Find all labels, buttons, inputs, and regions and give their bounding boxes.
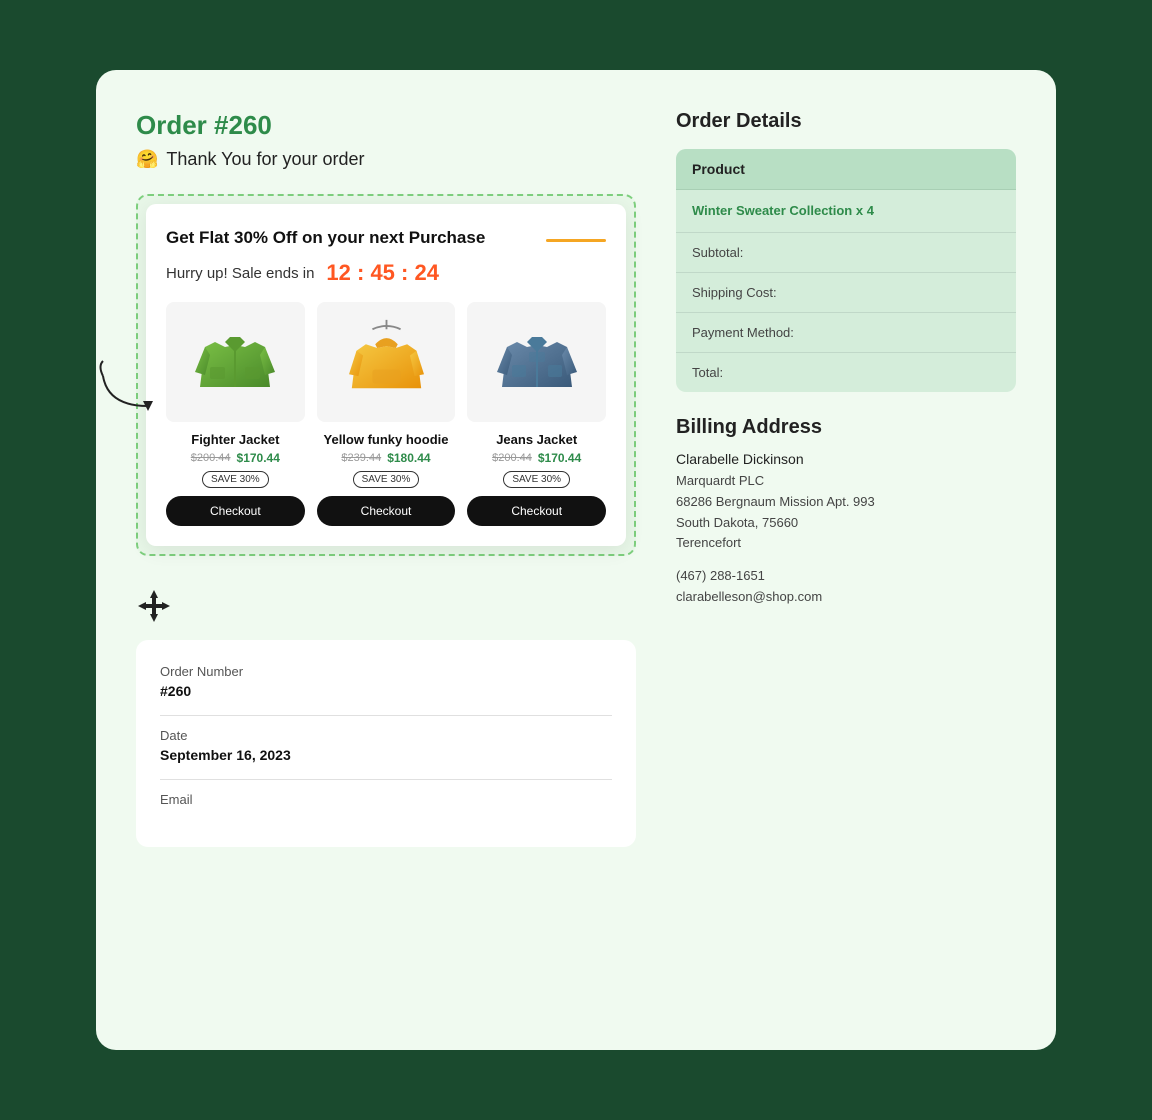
original-price-3: $200.44 — [492, 452, 532, 464]
order-info-card: Order Number #260 Date September 16, 202… — [136, 640, 636, 847]
product-link[interactable]: Winter Sweater Collection x 4 — [692, 203, 874, 218]
order-number-value: #260 — [160, 683, 612, 699]
payment-row: Payment Method: — [676, 313, 1016, 353]
total-row: Total: — [676, 353, 1016, 392]
product-image-3 — [467, 302, 606, 422]
promo-products-row: Fighter Jacket $200.44 $170.44 SAVE 30% … — [166, 302, 606, 526]
thank-you-emoji: 🤗 — [136, 149, 158, 170]
move-cursor-icon — [136, 588, 172, 624]
billing-address: Marquardt PLC 68286 Bergnaum Mission Apt… — [676, 471, 1016, 554]
countdown-timer: 12 : 45 : 24 — [326, 260, 439, 286]
product-name-3: Jeans Jacket — [496, 432, 577, 447]
date-row: Date September 16, 2023 — [160, 728, 612, 763]
billing-email: clarabelleson@shop.com — [676, 589, 822, 604]
billing-city: Terencefort — [676, 535, 741, 550]
order-number-label: Order Number — [160, 664, 612, 679]
order-title: Order #260 — [136, 110, 636, 141]
promo-title: Get Flat 30% Off on your next Purchase — [166, 228, 485, 248]
save-badge-3: SAVE 30% — [503, 471, 570, 488]
total-label: Total: — [692, 365, 723, 380]
billing-section: Billing Address Clarabelle Dickinson Mar… — [676, 416, 1016, 608]
product-name-2: Yellow funky hoodie — [324, 432, 449, 447]
product-column-header: Product — [676, 149, 1016, 190]
promo-product-3: Jeans Jacket $200.44 $170.44 SAVE 30% Ch… — [467, 302, 606, 526]
promo-product-1: Fighter Jacket $200.44 $170.44 SAVE 30% … — [166, 302, 305, 526]
subtotal-label: Subtotal: — [692, 245, 743, 260]
shipping-label: Shipping Cost: — [692, 285, 777, 300]
move-cursor-area — [136, 588, 636, 624]
order-number-row: Order Number #260 — [160, 664, 612, 699]
billing-title: Billing Address — [676, 416, 1016, 439]
thank-you-message: 🤗 Thank You for your order — [136, 149, 636, 170]
subtotal-row: Subtotal: — [676, 233, 1016, 273]
discounted-price-3: $170.44 — [538, 451, 581, 465]
date-value: September 16, 2023 — [160, 747, 612, 763]
order-details-table: Product Winter Sweater Collection x 4 Su… — [676, 149, 1016, 392]
email-label: Email — [160, 792, 612, 807]
billing-address1: 68286 Bergnaum Mission Apt. 993 — [676, 494, 875, 509]
discounted-price-1: $170.44 — [237, 451, 280, 465]
date-label: Date — [160, 728, 612, 743]
billing-phone: (467) 288-1651 — [676, 568, 765, 583]
billing-company: Marquardt PLC — [676, 473, 764, 488]
original-price-2: $239.44 — [341, 452, 381, 464]
save-badge-2: SAVE 30% — [353, 471, 420, 488]
save-badge-1: SAVE 30% — [202, 471, 269, 488]
jacket-green-icon — [195, 317, 275, 407]
payment-label: Payment Method: — [692, 325, 794, 340]
left-column: Order #260 🤗 Thank You for your order Ge… — [136, 110, 636, 847]
promo-wrapper: Get Flat 30% Off on your next Purchase H… — [136, 194, 636, 556]
promo-line-decoration — [546, 239, 606, 242]
billing-name: Clarabelle Dickinson — [676, 451, 1016, 467]
promo-header: Get Flat 30% Off on your next Purchase — [166, 228, 606, 248]
price-row-2: $239.44 $180.44 — [341, 451, 430, 465]
hoodie-yellow-icon — [349, 315, 424, 410]
email-row: Email — [160, 792, 612, 807]
product-image-1 — [166, 302, 305, 422]
promo-product-2: Yellow funky hoodie $239.44 $180.44 SAVE… — [317, 302, 456, 526]
product-image-2 — [317, 302, 456, 422]
jacket-denim-icon — [497, 317, 577, 407]
product-name-1: Fighter Jacket — [191, 432, 279, 447]
order-details-title: Order Details — [676, 110, 1016, 133]
price-row-1: $200.44 $170.44 — [191, 451, 280, 465]
checkout-button-2[interactable]: Checkout — [317, 496, 456, 526]
right-column: Order Details Product Winter Sweater Col… — [676, 110, 1016, 847]
sale-ends-row: Hurry up! Sale ends in 12 : 45 : 24 — [166, 260, 606, 286]
billing-contact: (467) 288-1651 clarabelleson@shop.com — [676, 566, 1016, 608]
sale-ends-label: Hurry up! Sale ends in — [166, 265, 314, 282]
thank-you-text: Thank You for your order — [166, 149, 364, 170]
billing-address2: South Dakota, 75660 — [676, 515, 798, 530]
shipping-row: Shipping Cost: — [676, 273, 1016, 313]
checkout-button-1[interactable]: Checkout — [166, 496, 305, 526]
price-row-3: $200.44 $170.44 — [492, 451, 581, 465]
main-card: Order #260 🤗 Thank You for your order Ge… — [96, 70, 1056, 1050]
promo-card: Get Flat 30% Off on your next Purchase H… — [146, 204, 626, 546]
product-value-row: Winter Sweater Collection x 4 — [676, 190, 1016, 233]
checkout-button-3[interactable]: Checkout — [467, 496, 606, 526]
original-price-1: $200.44 — [191, 452, 231, 464]
discounted-price-2: $180.44 — [387, 451, 430, 465]
